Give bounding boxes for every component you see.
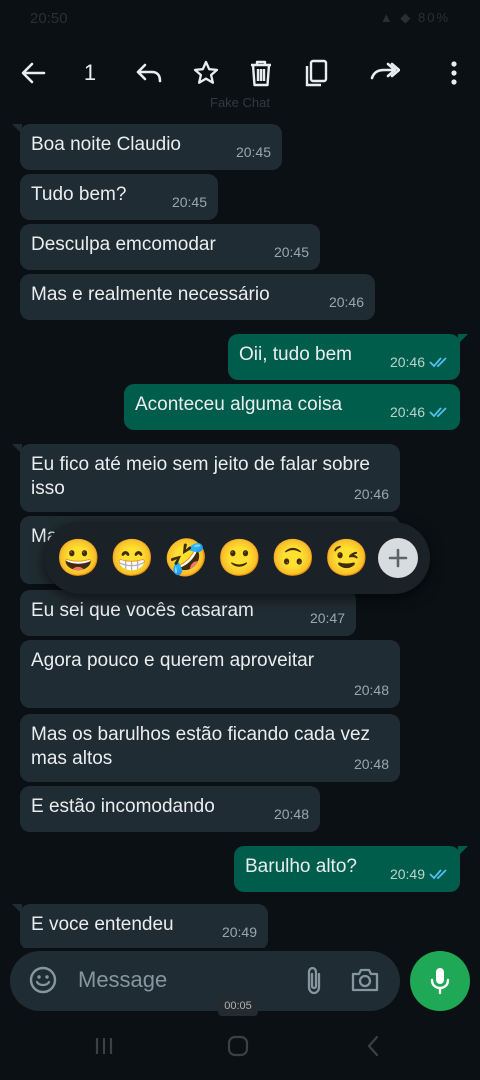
forward-icon[interactable] [366, 56, 402, 90]
copy-icon[interactable] [299, 56, 333, 90]
back-arrow-icon[interactable] [16, 56, 50, 90]
emoji-icon[interactable] [28, 965, 58, 1000]
message-time: 20:45 [171, 194, 207, 210]
message-time: 20:49 [389, 866, 425, 882]
message-time: 20:47 [309, 610, 345, 626]
star-icon[interactable] [189, 56, 223, 90]
mic-icon [430, 968, 450, 995]
reply-icon[interactable] [132, 56, 166, 90]
reaction-smile[interactable]: 🙂 [217, 538, 262, 578]
message-bubble[interactable]: Tudo bem? 20:45 [20, 174, 218, 220]
system-nav-bar [0, 1020, 480, 1080]
message-time: 20:46 [389, 404, 425, 420]
message-input[interactable]: Message [78, 967, 167, 993]
read-receipt-icon [429, 407, 447, 418]
message-time: 20:45 [273, 244, 309, 260]
camera-icon[interactable] [350, 966, 380, 999]
message-text: Agora pouco e querem aproveitar [31, 650, 315, 671]
attach-icon[interactable] [302, 965, 326, 1002]
reaction-wink[interactable]: 😉 [324, 538, 369, 578]
status-bar: 20:50 ▲ ◆ 80% [0, 0, 480, 40]
message-bubble-outgoing[interactable]: Aconteceu alguma coisa 20:46 [124, 384, 460, 430]
message-time: 20:48 [273, 806, 309, 822]
message-time: 20:45 [235, 144, 271, 160]
message-bubble[interactable]: Mas e realmente necessário 20:46 [20, 274, 375, 320]
message-time: 20:48 [353, 682, 389, 698]
status-system-icons: ▲ ◆ 80% [379, 10, 450, 25]
chat-subtitle: Fake Chat [210, 95, 270, 110]
message-time: 20:46 [353, 486, 389, 502]
message-text: Desculpa emcomodar [31, 234, 216, 255]
recent-apps-icon[interactable] [92, 1034, 116, 1063]
status-time: 20:50 [30, 10, 68, 27]
message-bubble[interactable]: Mas os barulhos estão ficando cada vez m… [20, 714, 400, 782]
reaction-beaming[interactable]: 😁 [110, 538, 155, 578]
message-text: Mas os barulhos estão ficando cada vez m… [31, 724, 376, 769]
video-timer: 00:05 [218, 996, 258, 1016]
reaction-grinning[interactable]: 😀 [56, 538, 101, 578]
message-time: 20:48 [353, 756, 389, 772]
message-text: Mas e realmente necessário [31, 284, 270, 305]
message-text: Eu sei que vocês casaram [31, 600, 254, 621]
message-time: 20:46 [389, 354, 425, 370]
delete-icon[interactable] [244, 56, 278, 90]
message-text: E estão incomodando [31, 796, 215, 817]
message-bubble[interactable]: Desculpa emcomodar 20:45 [20, 224, 320, 270]
mic-button[interactable] [410, 951, 470, 1011]
message-composer[interactable]: Message [10, 951, 400, 1011]
message-bubble[interactable]: E voce entendeu 20:49 [12, 904, 268, 948]
message-bubble[interactable]: Eu fico até meio sem jeito de falar sobr… [12, 444, 400, 512]
reaction-rofl[interactable]: 🤣 [163, 538, 208, 578]
message-bubble[interactable]: E estão incomodando 20:48 [20, 786, 320, 832]
message-bubble-outgoing[interactable]: Barulho alto? 20:49 [234, 846, 468, 892]
message-time: 20:46 [328, 294, 364, 310]
home-icon[interactable] [226, 1034, 250, 1063]
more-reactions-button[interactable] [377, 538, 418, 578]
message-bubble[interactable]: Eu sei que vocês casaram 20:47 [20, 590, 356, 636]
message-bubble-outgoing[interactable]: Oii, tudo bem 20:46 [228, 334, 468, 380]
reaction-picker: 😀 😁 🤣 🙂 🙃 😉 [44, 522, 430, 594]
message-bubble[interactable]: Agora pouco e querem aproveitar 20:48 [20, 640, 400, 708]
message-text: Eu fico até meio sem jeito de falar sobr… [31, 454, 376, 499]
read-receipt-icon [429, 869, 447, 880]
more-options-icon[interactable] [444, 56, 464, 90]
selected-count: 1 [83, 60, 97, 85]
reaction-upside-down[interactable]: 🙃 [271, 538, 316, 578]
plus-icon [388, 548, 407, 568]
back-nav-icon[interactable] [362, 1034, 386, 1063]
message-time: 20:49 [221, 924, 257, 940]
message-bubble[interactable]: Boa noite Claudio 20:45 [12, 124, 282, 170]
read-receipt-icon [429, 357, 447, 368]
